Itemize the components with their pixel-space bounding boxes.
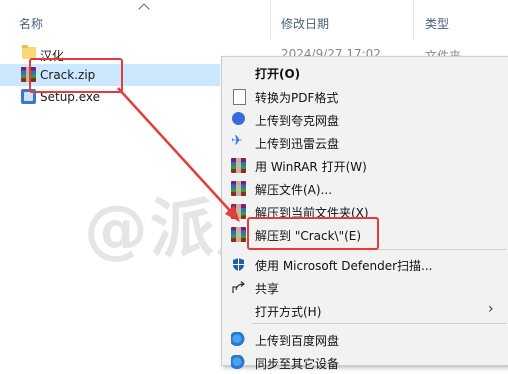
annotation-arrow	[117, 87, 240, 222]
